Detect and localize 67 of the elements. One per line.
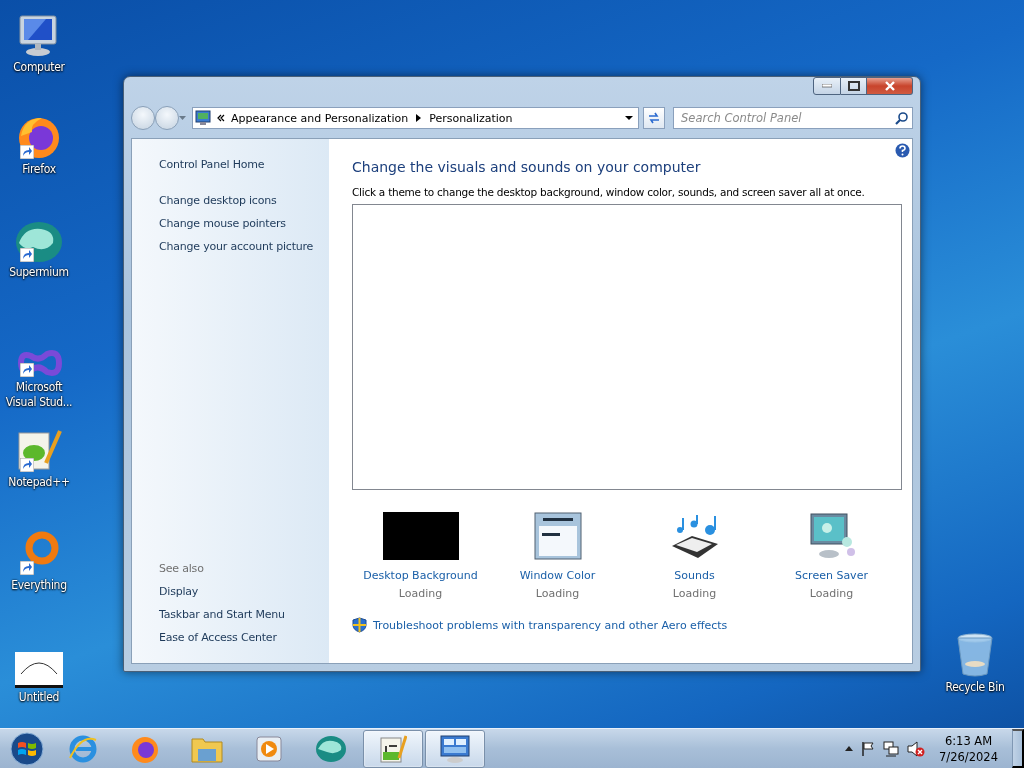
maximize-icon xyxy=(847,81,860,91)
page-description: Click a theme to change the desktop background, window color, sounds, and screen saver all at once. xyxy=(352,186,866,198)
desktop-icon-label[interactable]: Untitled xyxy=(18,690,60,705)
shortcut-arrow-icon xyxy=(20,248,34,262)
breadcrumb-item[interactable]: Appearance and Personalization xyxy=(231,111,409,125)
shortcut-arrow-icon xyxy=(20,145,34,159)
shortcut-arrow-icon xyxy=(20,458,34,472)
minimize-button[interactable] xyxy=(813,77,841,95)
see-also-heading: See also xyxy=(159,561,205,577)
sidebar-link[interactable]: Ease of Access Center xyxy=(159,626,277,649)
clock[interactable]: 6:13 AM 7/26/2024 xyxy=(939,732,998,765)
address-bar[interactable]: Appearance and Personalization Personalization xyxy=(192,107,639,129)
start-button[interactable] xyxy=(7,730,47,767)
caret-icon xyxy=(625,116,633,120)
close-icon xyxy=(883,81,896,91)
search-icon xyxy=(895,112,908,125)
breadcrumb-item[interactable]: Personalization xyxy=(429,111,513,125)
setting-link[interactable]: Sounds xyxy=(674,569,715,582)
desktop-icon-label[interactable]: Everything xyxy=(11,578,67,593)
search-field[interactable]: Search Control Panel xyxy=(673,107,913,129)
refresh-button[interactable] xyxy=(643,107,665,129)
desktop-icon-label[interactable]: Notepad++ xyxy=(8,475,70,490)
setting-status: Loading xyxy=(535,587,580,600)
network-icon[interactable] xyxy=(883,740,900,757)
shield-icon xyxy=(352,617,367,633)
maximize-button[interactable] xyxy=(841,77,867,95)
flag-icon[interactable] xyxy=(861,741,876,756)
taskbar-button[interactable] xyxy=(425,729,485,768)
overflow-chevron-icon xyxy=(217,114,225,122)
page-heading: Change the visuals and sounds on your computer xyxy=(352,159,702,175)
desktop-icon-label[interactable]: Microsoft Visual Stud... xyxy=(0,380,78,410)
help-icon[interactable] xyxy=(895,143,910,158)
sidebar-link[interactable]: Change your account picture xyxy=(159,235,314,258)
minimize-icon xyxy=(822,84,832,88)
setting-status: Loading xyxy=(672,587,717,600)
media-player-icon xyxy=(256,734,282,763)
notepad-icon xyxy=(379,733,407,764)
setting-link[interactable]: Screen Saver xyxy=(795,569,868,582)
sidebar-link[interactable]: Display xyxy=(159,580,199,603)
muted-speaker-icon[interactable] xyxy=(907,740,926,757)
setting-link[interactable]: Window Color xyxy=(519,569,596,582)
desktop-icon-label[interactable]: Recycle Bin xyxy=(945,680,1005,695)
desktop-icon-label[interactable]: Supermium xyxy=(9,265,69,280)
shortcut-arrow-icon xyxy=(20,363,34,377)
control-panel-icon xyxy=(195,110,211,126)
sidebar-link[interactable]: Control Panel Home xyxy=(159,153,265,176)
refresh-icon xyxy=(647,112,661,124)
window-color-icon xyxy=(533,512,582,560)
show-hidden-icons-icon[interactable] xyxy=(845,746,854,751)
sidebar-link[interactable]: Change mouse pointers xyxy=(159,212,286,235)
setting-status: Loading xyxy=(809,587,854,600)
breadcrumb-arrow-icon xyxy=(416,114,422,122)
taskbar-button[interactable] xyxy=(363,729,423,768)
setting-link[interactable]: Desktop Background xyxy=(363,569,478,582)
show-desktop-button[interactable] xyxy=(1012,729,1024,768)
dropdown-caret-icon xyxy=(179,116,186,120)
desktop-icon-label[interactable]: Firefox xyxy=(22,162,56,177)
close-button[interactable] xyxy=(867,77,913,95)
shortcut-arrow-icon xyxy=(20,561,34,575)
control-panel-icon xyxy=(439,733,471,764)
desktop-icon-label[interactable]: Computer xyxy=(13,60,65,75)
setting-status: Loading xyxy=(398,587,443,600)
internet-explorer-icon xyxy=(68,733,98,764)
supermium-icon xyxy=(315,734,347,763)
troubleshoot-link[interactable]: Troubleshoot problems with transparency and other Aero effects xyxy=(373,618,728,632)
sidebar-link[interactable]: Taskbar and Start Menu xyxy=(159,603,285,626)
sidebar-link[interactable]: Change desktop icons xyxy=(159,189,277,212)
